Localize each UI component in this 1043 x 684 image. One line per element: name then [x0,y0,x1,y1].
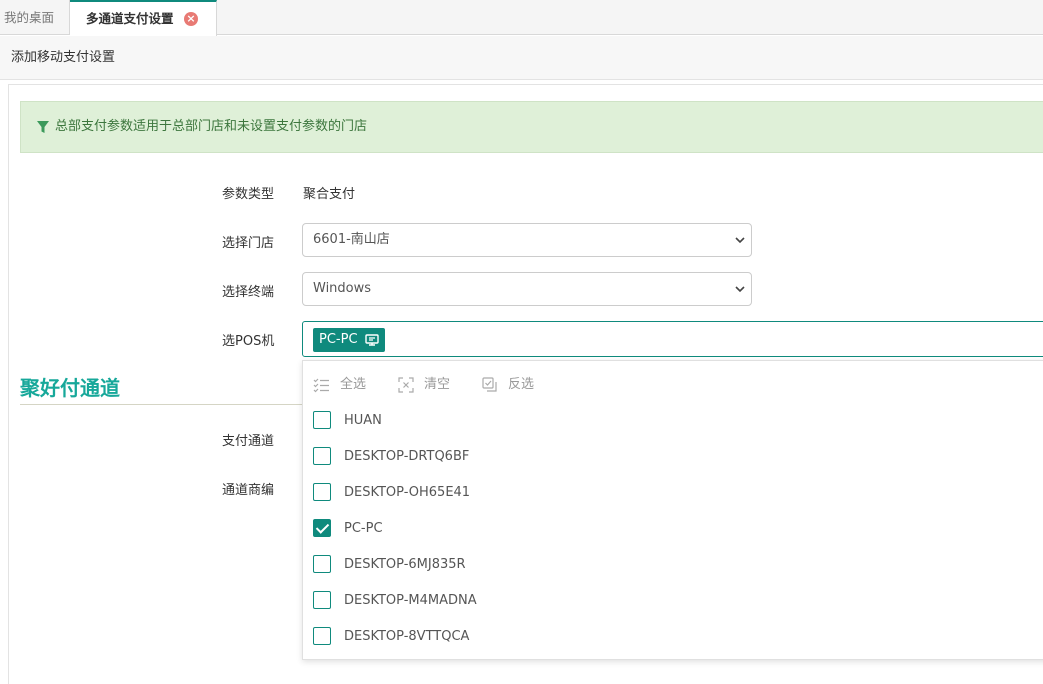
section-title: 聚好付通道 [20,376,120,400]
terminal-label: 选择终端 [222,285,275,300]
terminal-icon [364,334,379,346]
dropdown-toolbar: 全选 清空 反选 [303,369,1043,401]
funnel-icon [37,121,49,133]
clear-button[interactable]: 清空 [398,369,450,401]
item-label: DESKTOP-6MJ835R [344,556,466,572]
alert-text: 总部支付参数适用于总部门店和未设置支付参数的门店 [55,119,368,134]
select-all-button[interactable]: 全选 [313,369,366,401]
list-item[interactable]: DESKTOP-DRTQ6BF [313,438,1013,474]
list-item[interactable]: DESKTOP-M4MADNA [313,582,1013,618]
terminal-select-value: Windows [313,281,372,296]
invert-label: 反选 [508,377,535,392]
checkbox[interactable] [313,411,331,429]
page-title: 添加移动支付设置 [0,36,1043,80]
checkbox[interactable] [313,483,331,501]
store-select[interactable]: 6601-南山店 [302,223,752,257]
section-divider [20,404,305,405]
store-label: 选择门店 [222,236,275,251]
tab-label: 多通道支付设置 [86,11,174,26]
item-label: DESKTOP-DRTQ6BF [344,448,470,464]
param-type-label: 参数类型 [222,187,275,202]
list-item[interactable]: DESKTOP-OH65E41 [313,474,1013,510]
invert-button[interactable]: 反选 [482,369,534,401]
checkbox[interactable] [313,447,331,465]
list-check-icon [313,378,329,392]
channel-merchant-label: 通道商编 [222,483,275,498]
param-type-value: 聚合支付 [303,187,356,202]
list-item[interactable]: HUAN [313,402,1013,438]
close-icon[interactable]: × [184,12,198,26]
checkbox[interactable] [313,627,331,645]
payment-channel-label: 支付通道 [222,434,275,449]
select-all-label: 全选 [340,377,367,392]
terminal-select[interactable]: Windows [302,272,752,306]
item-label: DESKTOP-M4MADNA [344,592,477,608]
store-select-value: 6601-南山店 [313,232,390,247]
invert-icon [482,377,497,392]
info-alert: 总部支付参数适用于总部门店和未设置支付参数的门店 [20,101,1043,153]
chip-label: PC-PC [319,332,358,347]
checkbox[interactable] [313,555,331,573]
checkbox[interactable] [313,591,331,609]
tab-my-desktop[interactable]: 我的桌面 [0,0,70,35]
list-item[interactable]: DESKTOP-8VTTQCA [313,618,1013,654]
list-item[interactable]: DESKTOP-6MJ835R [313,546,1013,582]
item-label: DESKTOP-8VTTQCA [344,628,470,644]
checkbox-checked[interactable] [313,519,331,537]
item-label: PC-PC [344,520,383,536]
chevron-down-icon [735,237,745,244]
pos-label: 选POS机 [222,334,275,349]
clear-icon [398,377,414,393]
list-item[interactable]: PC-PC [313,510,1013,546]
tab-multichannel-payment[interactable]: 多通道支付设置 × [70,0,217,36]
tab-bar: 我的桌面 多通道支付设置 × [0,0,1043,36]
item-label: HUAN [344,412,382,428]
item-label: DESKTOP-OH65E41 [344,484,471,500]
pos-multiselect[interactable]: PC-PC [302,321,1043,357]
chevron-down-icon [735,286,745,293]
pos-dropdown-panel: 全选 清空 反选 HUAN DESKTOP-DRTQ6BF DESKTOP-OH… [302,360,1043,660]
selected-pos-chip[interactable]: PC-PC [313,328,385,352]
clear-label: 清空 [424,377,451,392]
